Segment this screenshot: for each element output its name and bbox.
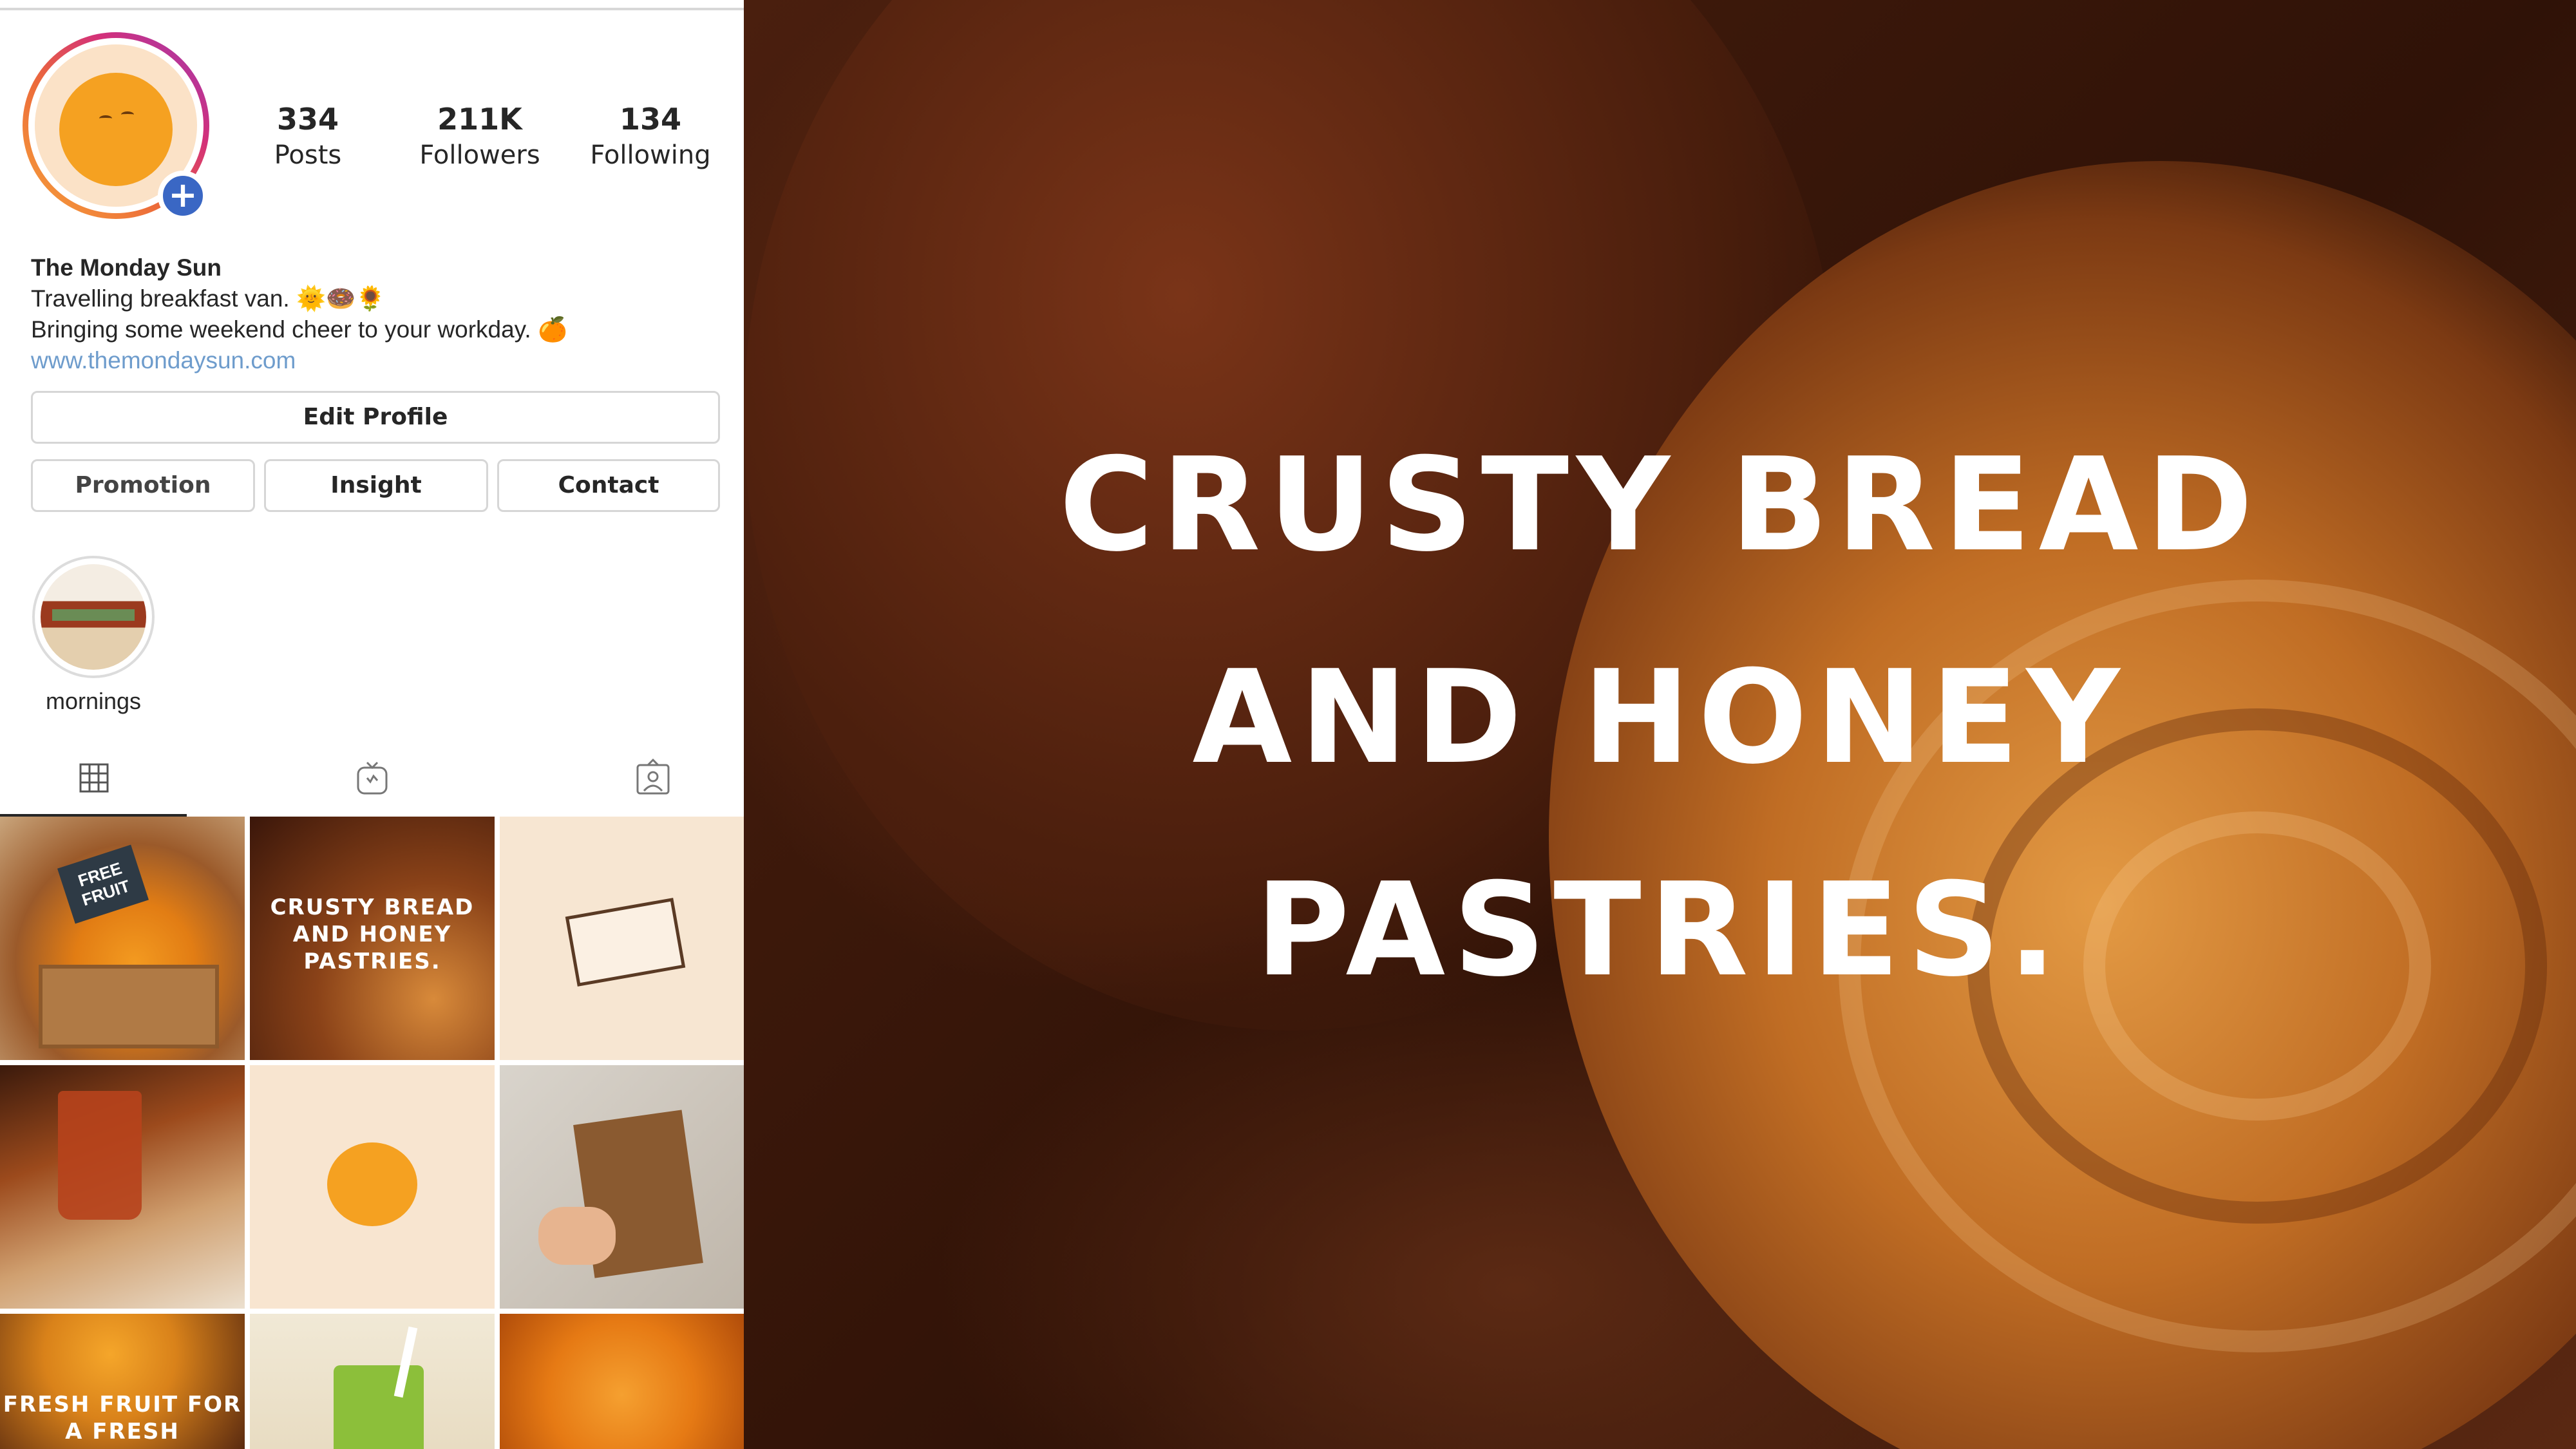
website-link[interactable]: www.themondaysun.com — [31, 345, 726, 376]
posts-count: 334 — [276, 102, 339, 137]
highlight-label: mornings — [45, 688, 142, 714]
newspaper-icon — [565, 898, 686, 987]
igtv-icon[interactable] — [349, 755, 395, 801]
insight-button[interactable]: Insight — [264, 459, 488, 512]
stat-posts[interactable]: 334 Posts — [231, 100, 385, 172]
post-tile[interactable] — [500, 817, 744, 1060]
grid-icon[interactable] — [71, 755, 117, 801]
followers-label: Followers — [419, 140, 540, 170]
promotion-button[interactable]: Promotion — [31, 459, 255, 512]
hero-line-1: CRUSTY BREAD — [1059, 430, 2261, 580]
highlight-cover-image — [41, 564, 146, 670]
post-caption: FRESH FRUIT FOR A FRESH — [3, 1392, 242, 1444]
post-tile[interactable]: FREE FRUIT — [0, 817, 245, 1060]
instagram-profile: + 334 Posts 211K Followers 134 Following… — [0, 0, 744, 1449]
sun-mascot-icon — [327, 1142, 417, 1226]
post-grid: FREE FRUIT CRUSTY BREAD AND HONEY PASTRI… — [0, 817, 744, 1449]
post-tile[interactable]: CRUSTY BREAD AND HONEY PASTRIES. — [250, 817, 495, 1060]
post-tile[interactable] — [0, 1065, 245, 1309]
add-story-icon[interactable]: + — [158, 171, 208, 221]
hero-line-2: AND HONEY — [1192, 643, 2128, 793]
posts-label: Posts — [274, 140, 342, 170]
post-tile[interactable] — [500, 1065, 744, 1309]
free-fruit-sign: FREE FRUIT — [57, 844, 149, 924]
story-highlight-mornings[interactable] — [32, 556, 155, 678]
contact-button[interactable]: Contact — [497, 459, 720, 512]
profile-tab-bar — [0, 741, 744, 817]
profile-bio: The Monday Sun Travelling breakfast van.… — [31, 252, 726, 376]
post-caption: CRUSTY BREAD AND HONEY PASTRIES. — [270, 895, 475, 974]
bio-line: Travelling breakfast van. 🌞🍩🌻 — [31, 285, 386, 312]
tagged-icon[interactable] — [630, 755, 676, 801]
hero-line-3: PASTRIES. — [1255, 855, 2065, 1005]
profile-name: The Monday Sun — [31, 254, 222, 281]
post-tile[interactable] — [250, 1065, 495, 1309]
hero-headline: CRUSTY BREAD AND HONEY PASTRIES. — [744, 399, 2576, 1037]
stat-followers[interactable]: 211K Followers — [402, 100, 557, 172]
bio-line: Bringing some weekend cheer to your work… — [31, 316, 568, 343]
sun-mascot-icon — [59, 73, 173, 186]
stat-following[interactable]: 134 Following — [573, 100, 728, 172]
top-divider — [0, 8, 744, 10]
followers-count: 211K — [437, 102, 522, 137]
post-tile[interactable] — [500, 1314, 744, 1449]
following-label: Following — [590, 140, 711, 170]
hero-photo-panel: CRUSTY BREAD AND HONEY PASTRIES. — [744, 0, 2576, 1449]
post-tile[interactable] — [250, 1314, 495, 1449]
edit-profile-button[interactable]: Edit Profile — [31, 391, 720, 444]
following-count: 134 — [619, 102, 682, 137]
post-tile[interactable]: FRESH FRUIT FOR A FRESH — [0, 1314, 245, 1449]
